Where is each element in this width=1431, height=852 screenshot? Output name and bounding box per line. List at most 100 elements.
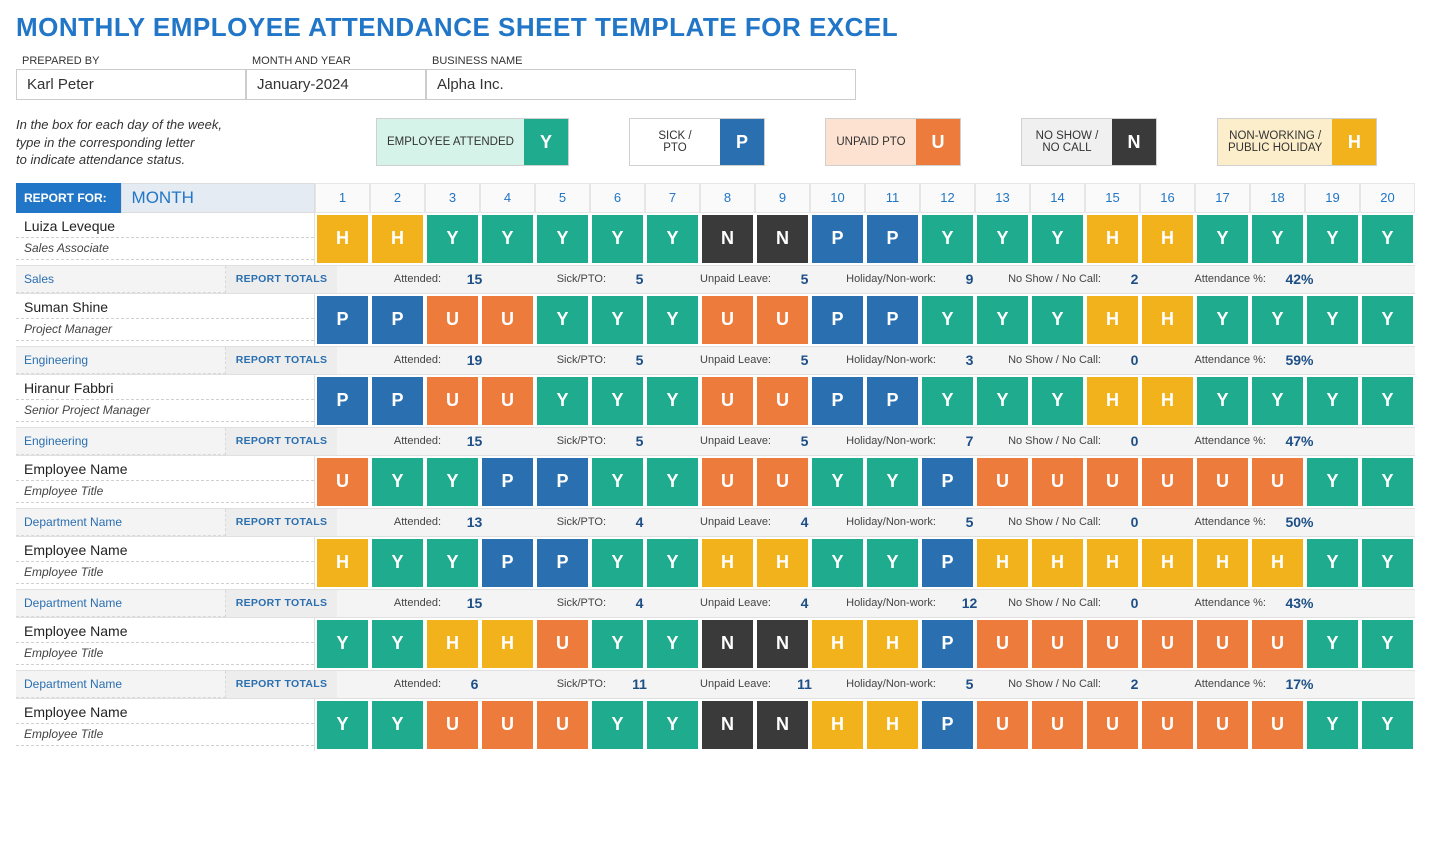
- employee-title[interactable]: Sales Associate: [16, 238, 314, 260]
- attendance-cell[interactable]: H: [975, 537, 1030, 589]
- attendance-cell[interactable]: U: [1140, 618, 1195, 670]
- attendance-cell[interactable]: Y: [535, 375, 590, 427]
- attendance-cell[interactable]: Y: [975, 375, 1030, 427]
- attendance-cell[interactable]: P: [315, 375, 370, 427]
- attendance-cell[interactable]: P: [370, 375, 425, 427]
- attendance-cell[interactable]: U: [425, 294, 480, 346]
- attendance-cell[interactable]: Y: [370, 699, 425, 751]
- attendance-cell[interactable]: Y: [1305, 213, 1360, 265]
- attendance-cell[interactable]: Y: [370, 537, 425, 589]
- value-month-year[interactable]: January-2024: [246, 69, 426, 100]
- attendance-cell[interactable]: N: [755, 618, 810, 670]
- attendance-cell[interactable]: U: [1030, 618, 1085, 670]
- attendance-cell[interactable]: Y: [920, 213, 975, 265]
- attendance-cell[interactable]: H: [1195, 537, 1250, 589]
- attendance-cell[interactable]: H: [1250, 537, 1305, 589]
- attendance-cell[interactable]: Y: [1305, 294, 1360, 346]
- employee-dept[interactable]: Engineering: [16, 428, 226, 455]
- attendance-cell[interactable]: Y: [1305, 618, 1360, 670]
- attendance-cell[interactable]: P: [920, 456, 975, 508]
- attendance-cell[interactable]: Y: [480, 213, 535, 265]
- employee-name[interactable]: Employee Name: [16, 618, 314, 643]
- attendance-cell[interactable]: Y: [1305, 456, 1360, 508]
- attendance-cell[interactable]: U: [755, 456, 810, 508]
- attendance-cell[interactable]: Y: [645, 294, 700, 346]
- attendance-cell[interactable]: P: [535, 456, 590, 508]
- attendance-cell[interactable]: U: [1030, 699, 1085, 751]
- attendance-cell[interactable]: Y: [590, 618, 645, 670]
- attendance-cell[interactable]: Y: [1195, 375, 1250, 427]
- attendance-cell[interactable]: H: [700, 537, 755, 589]
- attendance-cell[interactable]: P: [865, 213, 920, 265]
- attendance-cell[interactable]: Y: [920, 294, 975, 346]
- attendance-cell[interactable]: Y: [315, 618, 370, 670]
- attendance-cell[interactable]: H: [865, 699, 920, 751]
- attendance-cell[interactable]: P: [480, 537, 535, 589]
- attendance-cell[interactable]: U: [700, 375, 755, 427]
- attendance-cell[interactable]: Y: [810, 537, 865, 589]
- attendance-cell[interactable]: H: [1140, 537, 1195, 589]
- attendance-cell[interactable]: U: [1140, 456, 1195, 508]
- attendance-cell[interactable]: Y: [1360, 456, 1415, 508]
- attendance-cell[interactable]: H: [480, 618, 535, 670]
- attendance-cell[interactable]: U: [700, 456, 755, 508]
- attendance-cell[interactable]: Y: [535, 213, 590, 265]
- value-prepared-by[interactable]: Karl Peter: [16, 69, 246, 100]
- employee-dept[interactable]: Sales: [16, 266, 226, 293]
- attendance-cell[interactable]: Y: [865, 537, 920, 589]
- employee-name[interactable]: Hiranur Fabbri: [16, 375, 314, 400]
- attendance-cell[interactable]: Y: [1305, 699, 1360, 751]
- attendance-cell[interactable]: U: [755, 375, 810, 427]
- attendance-cell[interactable]: H: [810, 699, 865, 751]
- attendance-cell[interactable]: Y: [590, 456, 645, 508]
- attendance-cell[interactable]: Y: [1195, 294, 1250, 346]
- attendance-cell[interactable]: N: [700, 618, 755, 670]
- attendance-cell[interactable]: H: [1085, 294, 1140, 346]
- employee-title[interactable]: Employee Title: [16, 724, 314, 746]
- attendance-cell[interactable]: U: [1085, 618, 1140, 670]
- attendance-cell[interactable]: Y: [1030, 213, 1085, 265]
- employee-dept[interactable]: Department Name: [16, 671, 226, 698]
- attendance-cell[interactable]: Y: [425, 213, 480, 265]
- attendance-cell[interactable]: H: [1085, 537, 1140, 589]
- attendance-cell[interactable]: H: [315, 537, 370, 589]
- employee-name[interactable]: Suman Shine: [16, 294, 314, 319]
- report-month[interactable]: MONTH: [121, 183, 315, 213]
- attendance-cell[interactable]: U: [1085, 456, 1140, 508]
- attendance-cell[interactable]: P: [810, 294, 865, 346]
- employee-dept[interactable]: Engineering: [16, 347, 226, 374]
- attendance-cell[interactable]: U: [480, 294, 535, 346]
- attendance-cell[interactable]: H: [1030, 537, 1085, 589]
- employee-title[interactable]: Employee Title: [16, 562, 314, 584]
- attendance-cell[interactable]: U: [755, 294, 810, 346]
- attendance-cell[interactable]: H: [1140, 294, 1195, 346]
- attendance-cell[interactable]: Y: [590, 375, 645, 427]
- attendance-cell[interactable]: Y: [315, 699, 370, 751]
- attendance-cell[interactable]: P: [865, 375, 920, 427]
- attendance-cell[interactable]: Y: [975, 213, 1030, 265]
- attendance-cell[interactable]: N: [700, 699, 755, 751]
- employee-name[interactable]: Employee Name: [16, 456, 314, 481]
- attendance-cell[interactable]: U: [1195, 618, 1250, 670]
- attendance-cell[interactable]: H: [1140, 213, 1195, 265]
- attendance-cell[interactable]: U: [1250, 618, 1305, 670]
- attendance-cell[interactable]: U: [425, 699, 480, 751]
- attendance-cell[interactable]: Y: [1360, 213, 1415, 265]
- attendance-cell[interactable]: U: [425, 375, 480, 427]
- attendance-cell[interactable]: Y: [645, 537, 700, 589]
- attendance-cell[interactable]: Y: [1305, 537, 1360, 589]
- attendance-cell[interactable]: Y: [1305, 375, 1360, 427]
- employee-name[interactable]: Employee Name: [16, 537, 314, 562]
- attendance-cell[interactable]: P: [370, 294, 425, 346]
- attendance-cell[interactable]: H: [315, 213, 370, 265]
- attendance-cell[interactable]: Y: [370, 456, 425, 508]
- attendance-cell[interactable]: Y: [645, 213, 700, 265]
- attendance-cell[interactable]: P: [810, 213, 865, 265]
- attendance-cell[interactable]: Y: [1360, 699, 1415, 751]
- attendance-cell[interactable]: N: [700, 213, 755, 265]
- attendance-cell[interactable]: U: [975, 618, 1030, 670]
- attendance-cell[interactable]: U: [975, 699, 1030, 751]
- attendance-cell[interactable]: Y: [1250, 213, 1305, 265]
- attendance-cell[interactable]: U: [535, 618, 590, 670]
- attendance-cell[interactable]: H: [370, 213, 425, 265]
